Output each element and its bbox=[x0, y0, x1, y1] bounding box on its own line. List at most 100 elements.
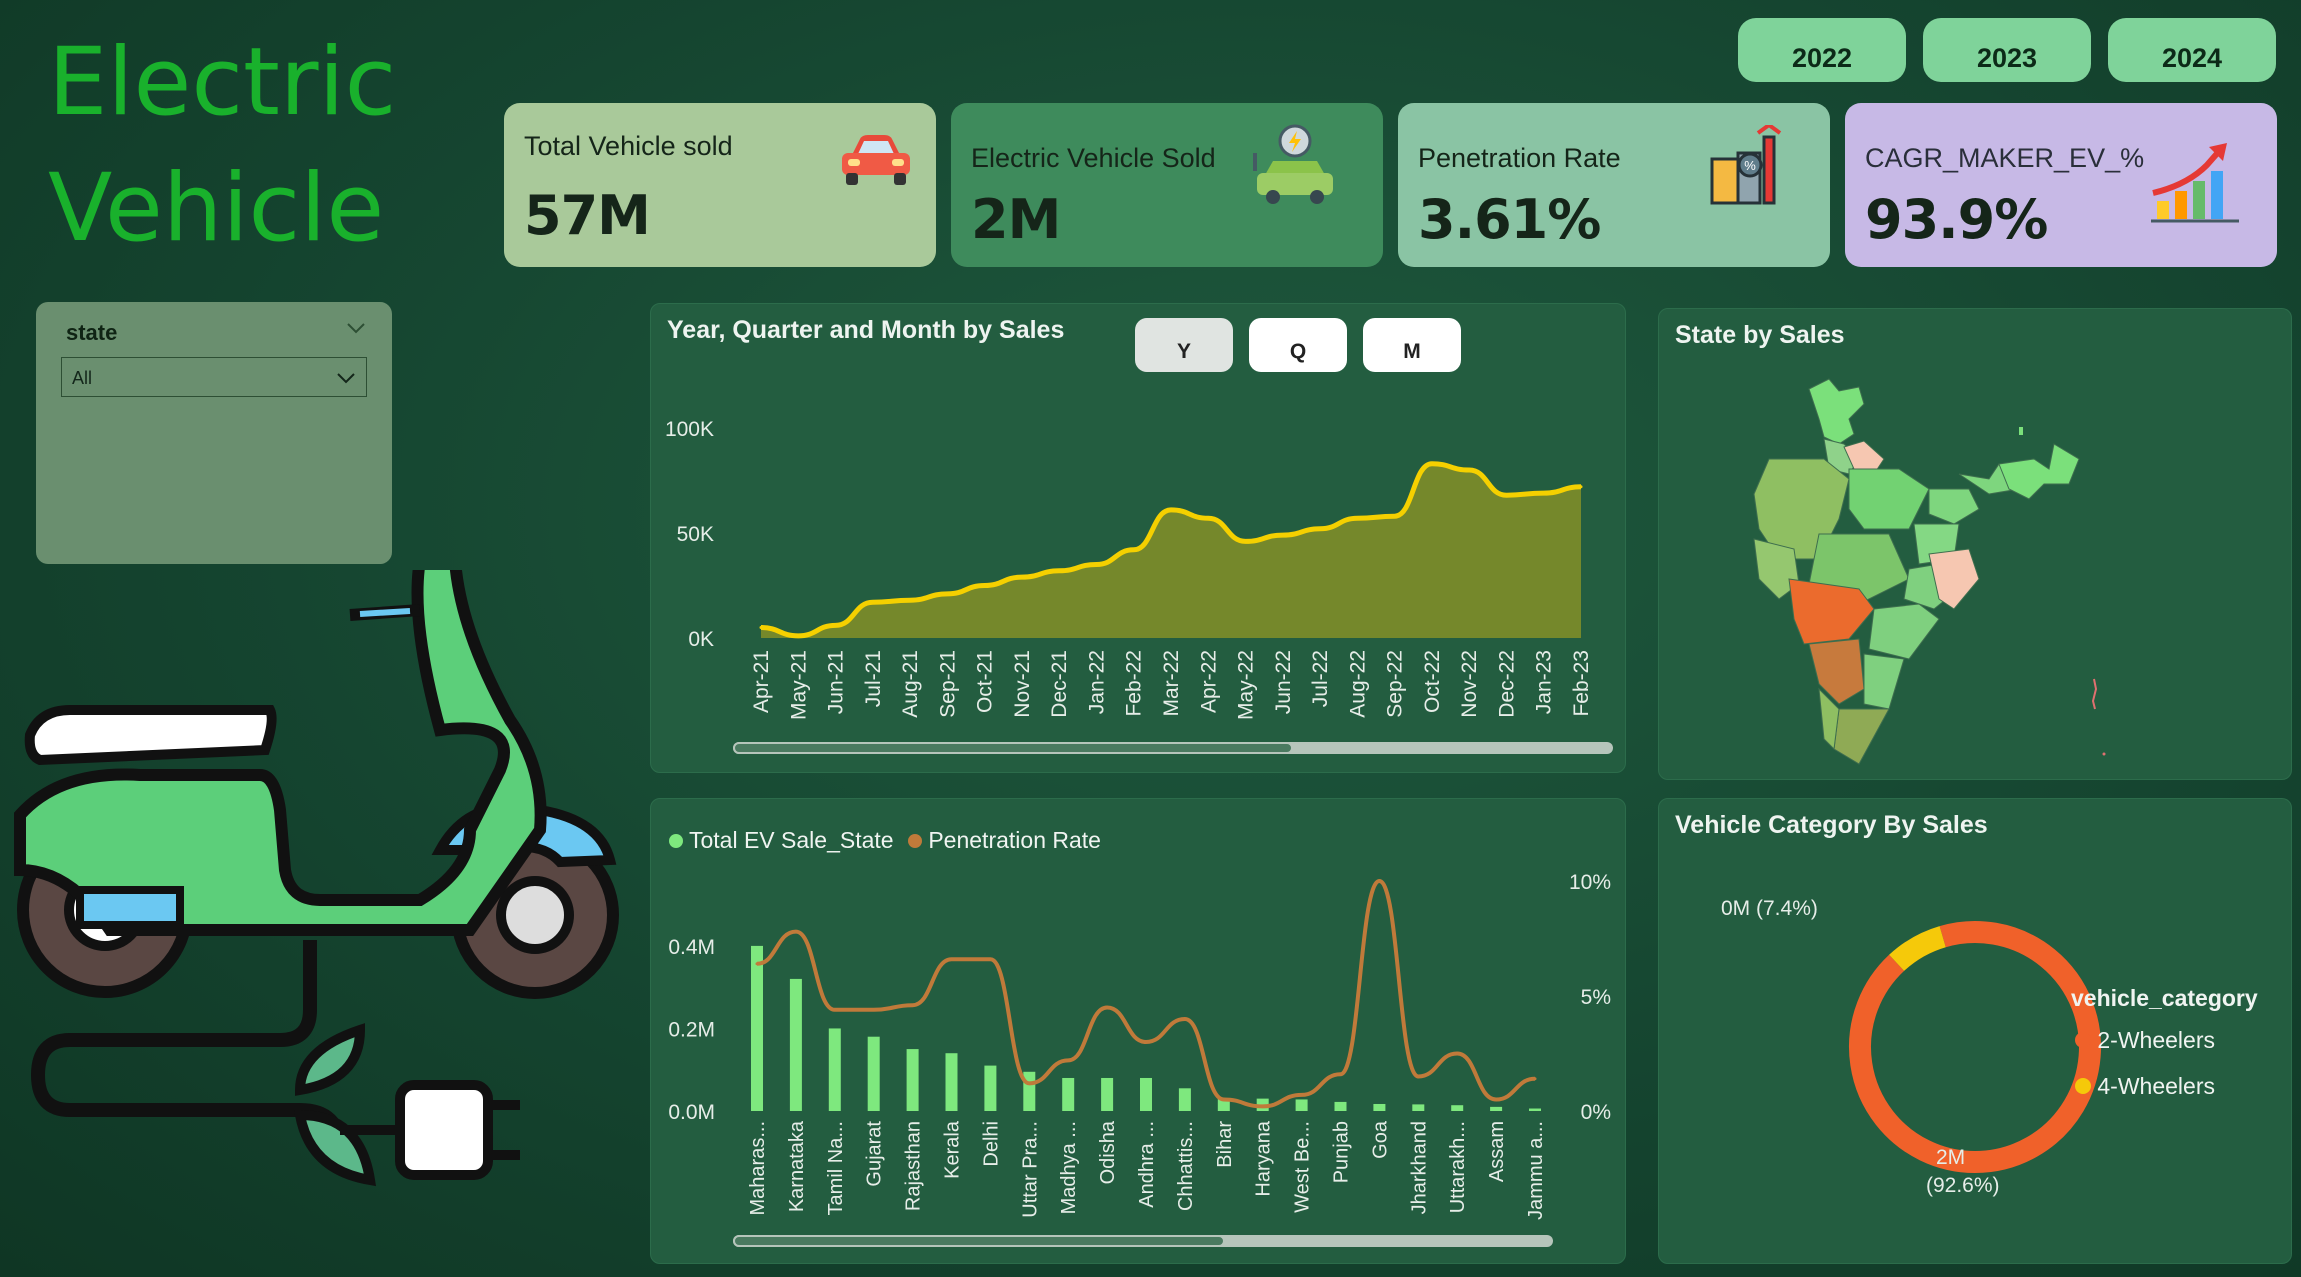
ev-charging-car-icon bbox=[1253, 124, 1333, 204]
factory-icon: % bbox=[1710, 125, 1782, 205]
penetration-point bbox=[911, 1003, 915, 1007]
x-tick-label: Nov-21 bbox=[1011, 650, 1034, 718]
sales-point bbox=[871, 600, 875, 604]
penetration-point bbox=[1416, 1075, 1420, 1078]
x-tick-label: Aug-22 bbox=[1346, 650, 1369, 718]
donut-slice-4-wheelers bbox=[1889, 926, 1947, 972]
y-right-tick-label: 0% bbox=[1581, 1101, 1611, 1124]
x-tick-label: Chhattis... bbox=[1175, 1121, 1197, 1211]
penetration-point bbox=[1144, 1040, 1148, 1044]
state-dropdown-value: All bbox=[72, 368, 93, 388]
sales-point bbox=[1355, 516, 1359, 520]
x-tick-label: Assam bbox=[1486, 1121, 1508, 1182]
growth-chart-icon bbox=[2151, 143, 2239, 223]
legend-2-wheelers-label: 2-Wheelers bbox=[2097, 1027, 2215, 1053]
x-tick-label: Oct-21 bbox=[974, 650, 997, 713]
x-tick-label: Dec-21 bbox=[1048, 650, 1071, 718]
x-tick-label: Maharas... bbox=[747, 1121, 769, 1215]
sales-point bbox=[1094, 563, 1098, 566]
x-tick-label: Gujarat bbox=[864, 1121, 886, 1187]
kpi-card-ev-sold: Electric Vehicle Sold 2M bbox=[951, 103, 1383, 267]
ev-sale-bar bbox=[1451, 1105, 1464, 1111]
x-tick-label: Sep-22 bbox=[1384, 650, 1407, 718]
sales-point bbox=[1542, 491, 1546, 495]
title-line-2: Vehicle bbox=[48, 154, 385, 263]
ev-sale-bar bbox=[1101, 1077, 1114, 1111]
donut-slice-2-wheelers bbox=[1849, 921, 2101, 1173]
sales-point bbox=[1504, 493, 1508, 497]
sales-point bbox=[1020, 575, 1024, 579]
sales-point bbox=[1057, 569, 1061, 573]
year-2024-button[interactable]: 2024 bbox=[2108, 18, 2276, 82]
legend-item-2-wheelers: 2-Wheelers bbox=[2075, 1027, 2215, 1054]
ev-sale-bar bbox=[1334, 1101, 1347, 1111]
donut-percent-label: (92.6%) bbox=[1926, 1174, 2000, 1197]
ev-sale-bar bbox=[984, 1065, 997, 1111]
year-2022-button[interactable]: 2022 bbox=[1738, 18, 1906, 82]
state-slicer-label: state bbox=[66, 320, 118, 345]
penetration-point bbox=[1455, 1052, 1459, 1055]
penetration-point bbox=[833, 1008, 837, 1012]
y-tick-label: 100K bbox=[665, 418, 714, 441]
trend-scrollbar-thumb[interactable] bbox=[733, 742, 1293, 754]
year-2023-button[interactable]: 2023 bbox=[1923, 18, 2091, 82]
y-tick-label: 0K bbox=[688, 628, 714, 651]
state-chart-scrollbar-thumb[interactable] bbox=[733, 1235, 1225, 1247]
state-slicer: state All bbox=[36, 302, 392, 564]
penetration-point bbox=[1105, 1006, 1109, 1009]
x-tick-label: Jun-22 bbox=[1272, 650, 1295, 714]
penetration-point bbox=[1261, 1104, 1265, 1108]
x-tick-label: Mar-22 bbox=[1160, 650, 1183, 717]
y-tick-label: 50K bbox=[677, 523, 714, 546]
ev-sale-bar bbox=[1412, 1104, 1425, 1111]
penetration-point bbox=[1494, 1098, 1498, 1101]
chevron-down-icon[interactable] bbox=[346, 322, 366, 334]
x-tick-label: Kerala bbox=[942, 1120, 964, 1179]
india-map[interactable] bbox=[1659, 309, 2293, 781]
x-tick-label: Odisha bbox=[1097, 1120, 1119, 1184]
donut-legend-title: vehicle_category bbox=[2071, 985, 2258, 1011]
y-left-tick-label: 0.0M bbox=[668, 1101, 715, 1124]
x-tick-label: West Be... bbox=[1292, 1121, 1314, 1213]
y-left-tick-label: 0.4M bbox=[668, 936, 715, 959]
penetration-point bbox=[1222, 1098, 1226, 1101]
x-tick-label: Apr-22 bbox=[1197, 650, 1220, 713]
sales-point bbox=[796, 634, 800, 638]
sales-point bbox=[1244, 539, 1248, 543]
sales-area-chart: 0K 50K 100K Apr-21 May-21 Jun-21 Jul-21 Aug-21 S… bbox=[665, 418, 1593, 720]
dashboard-title: Electric Vehicle bbox=[48, 20, 396, 272]
sales-point bbox=[1169, 508, 1173, 512]
state-map-panel: State by Sales bbox=[1658, 308, 2292, 780]
sales-point bbox=[1132, 548, 1136, 552]
x-tick-label: Karnataka bbox=[786, 1120, 808, 1212]
penetration-point bbox=[1533, 1077, 1537, 1081]
ev-sale-bar bbox=[1490, 1106, 1503, 1111]
x-tick-label: Goa bbox=[1369, 1120, 1391, 1159]
penetration-point bbox=[1339, 1072, 1342, 1076]
vehicle-category-panel: Vehicle Category By Sales 2M (92.6%) 0M (7… bbox=[1658, 798, 2292, 1264]
sales-point bbox=[1579, 485, 1583, 489]
x-tick-label: Dec-22 bbox=[1495, 650, 1518, 718]
x-tick-label: Rajasthan bbox=[903, 1121, 925, 1211]
x-tick-label: Feb-23 bbox=[1570, 650, 1593, 717]
legend-4-wheelers-label: 4-Wheelers bbox=[2097, 1073, 2215, 1099]
x-tick-label: Oct-22 bbox=[1421, 650, 1444, 713]
state-sales-combo-chart: 0.0M 0.2M 0.4M 0% 5% 10% Maharas... Karnataka Ta… bbox=[668, 871, 1611, 1220]
chevron-down-icon bbox=[337, 373, 355, 384]
x-tick-label: Jul-21 bbox=[862, 650, 885, 707]
penetration-point bbox=[872, 1008, 876, 1012]
ev-sale-bar bbox=[1062, 1077, 1075, 1111]
kpi-card-cagr: CAGR_MAKER_EV_% 93.9% bbox=[1845, 103, 2277, 267]
car-icon bbox=[842, 135, 910, 185]
ev-sale-bar bbox=[1178, 1088, 1191, 1111]
ev-sale-bar bbox=[1023, 1071, 1036, 1111]
state-dropdown[interactable]: All bbox=[61, 357, 367, 397]
trend-scrollbar[interactable] bbox=[733, 742, 1613, 754]
y-left-tick-label: 0.2M bbox=[668, 1018, 715, 1041]
x-tick-label: Jammu a... bbox=[1525, 1121, 1547, 1220]
kpi-value: 57M bbox=[524, 184, 651, 247]
sales-point bbox=[908, 598, 912, 602]
state-chart-scrollbar[interactable] bbox=[733, 1235, 1553, 1247]
sales-point bbox=[1206, 516, 1210, 520]
x-tick-label: Nov-22 bbox=[1458, 650, 1481, 718]
